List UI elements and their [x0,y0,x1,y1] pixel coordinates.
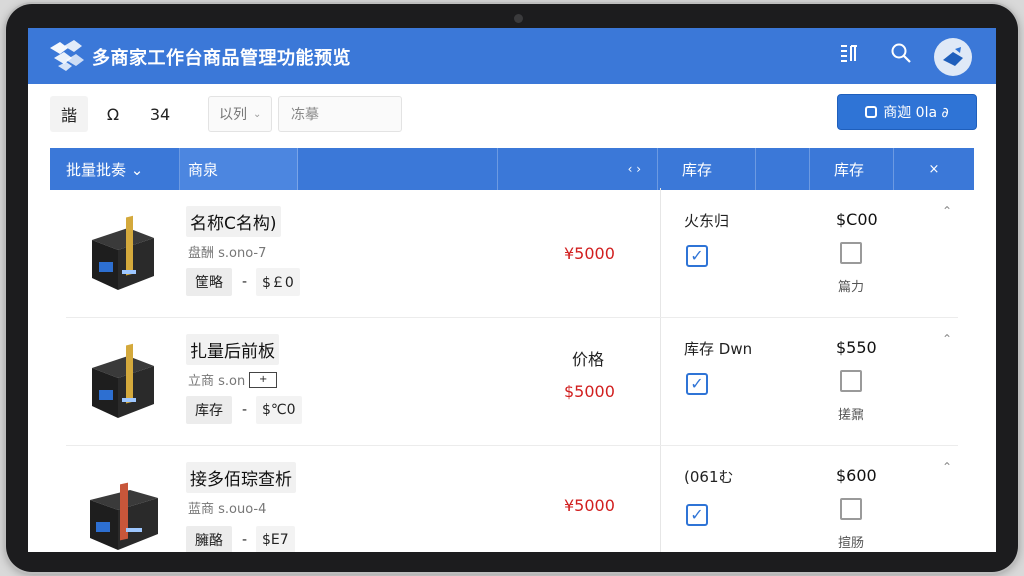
app-header: 多商家工作台商品管理功能预览 [28,28,996,84]
stock-checkbox-2[interactable] [840,370,862,392]
stock-status: 库存 Dwn [684,340,753,358]
square-icon [865,106,878,118]
logo-icon [50,40,84,71]
column-bulk[interactable]: 批量批奏 ⌄ [50,148,180,190]
product-price-tag[interactable]: $￡0 [256,268,300,296]
chevron-up-icon[interactable]: ⌃ [942,204,952,218]
stock-status: (061む [684,468,734,486]
product-name[interactable]: 扎量后前板 [186,334,279,365]
table-header: 批量批奏 ⌄ 商泉 ‹ › 库存 库存 × [50,148,974,190]
stock-amount: $C00 [836,210,878,229]
product-sku-text: 蓝商 s.ouo-4 [188,502,267,517]
tag-separator: - [242,532,248,548]
toolbar-button-1[interactable]: 諧 [50,96,88,132]
product-box-image [90,482,158,550]
stock-checkbox-2[interactable] [840,242,862,264]
chevron-up-icon[interactable]: ⌃ [942,332,952,346]
stock-checkbox[interactable]: ✓ [686,245,708,267]
column-product[interactable]: 商泉 [180,148,298,190]
stock-note: 篇力 [838,280,865,295]
product-box-image [92,343,154,418]
product-box-image [92,215,154,290]
column-sort[interactable]: ‹ › [498,148,658,190]
product-price-tag[interactable]: $℃0 [256,396,302,424]
table-row[interactable]: 扎量后前板 立商 s.on + 库存 - $℃0 价格 $5000 库存 Dwn… [66,318,958,446]
product-price: ¥5000 [564,496,615,515]
product-tag[interactable]: 臃酪 [186,526,232,552]
price-label: 价格 [572,350,605,369]
product-tag[interactable]: 筐略 [186,268,232,296]
product-sku: 蓝商 s.ouo-4 [188,498,266,517]
product-sku: 盘酬 s.ono-7 [188,242,266,261]
close-icon[interactable]: × [894,148,974,190]
product-sku-text: 盘酬 s.ono-7 [188,246,267,261]
product-sku-text: 立商 s.on [188,374,246,389]
search-input[interactable]: 冻摹 [278,96,402,132]
camera-dot [514,14,523,23]
stock-checkbox[interactable]: ✓ [686,504,708,526]
stock-checkbox[interactable]: ✓ [686,373,708,395]
primary-action-label: 商迦 0la ∂ [883,105,949,121]
avatar-icon [943,47,963,66]
product-name[interactable]: 名称C名构) [186,206,281,237]
table-row[interactable]: 接多佰琮查析 蓝商 s.ouo-4 臃酪 - $E7 ¥5000 (061む ✓… [66,446,958,552]
product-price-tag[interactable]: $E7 [256,526,295,552]
stock-amount: $550 [836,338,877,357]
stock-amount: $600 [836,466,877,485]
column-select-value: 以列 [219,107,247,123]
product-sku: 立商 s.on + [188,370,278,389]
column-divider [756,148,810,190]
toolbar: 諧 Ω 34 以列 ⌄ 冻摹 商迦 0la ∂ [50,94,980,132]
product-price: $5000 [564,382,615,401]
avatar[interactable] [934,38,972,76]
stock-checkbox-2[interactable] [840,498,862,520]
table-row[interactable]: 名称C名构) 盘酬 s.ono-7 筐略 - $￡0 ¥5000 火东归 ✓ $… [66,190,958,318]
search-icon-glyph [891,43,911,63]
search-icon[interactable] [888,42,914,68]
primary-action-button[interactable]: 商迦 0la ∂ [837,94,977,130]
product-name[interactable]: 接多佰琮查析 [186,462,296,493]
app-screen: 多商家工作台商品管理功能预览 諧 Ω 34 以列 ⌄ 冻摹 商迦 0la ∂ 批… [28,28,996,552]
plus-icon[interactable]: + [249,371,278,388]
chevron-up-icon[interactable]: ⌃ [942,460,952,474]
column-select[interactable]: 以列 ⌄ [208,96,272,132]
bell-icon[interactable]: Ω [96,96,130,132]
product-price: ¥5000 [564,244,615,263]
column-stock[interactable]: 库存 [658,148,756,190]
app-title: 多商家工作台商品管理功能预览 [92,48,351,69]
count-badge[interactable]: 34 [138,96,182,132]
stock-note: 搓鼐 [838,408,865,423]
product-tag[interactable]: 库存 [186,396,232,424]
stock-note: 揎肠 [838,536,865,551]
column-stock-2[interactable]: 库存 [810,148,894,190]
grid-icon[interactable] [836,42,862,68]
tag-separator: - [242,402,248,418]
column-spacer [298,148,498,190]
stock-status: 火东归 [684,212,730,230]
tag-separator: - [242,274,248,290]
chevron-down-icon: ⌄ [253,108,262,120]
grid-icon-glyph [841,45,857,62]
